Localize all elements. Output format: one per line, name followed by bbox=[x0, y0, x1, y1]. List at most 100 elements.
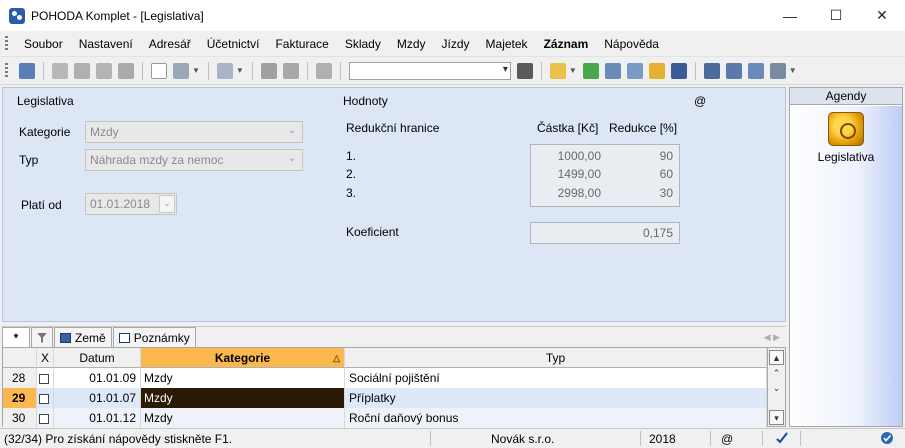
menu-jizdy[interactable]: Jízdy bbox=[434, 37, 478, 51]
menu-majetek[interactable]: Majetek bbox=[478, 37, 536, 51]
menu-adresar[interactable]: Adresář bbox=[141, 37, 199, 51]
row-checkbox-cell[interactable] bbox=[37, 368, 54, 388]
chevron-down-icon[interactable]: ▼ bbox=[192, 66, 200, 75]
legislativa-agenda-label[interactable]: Legislativa bbox=[790, 150, 902, 164]
document-icon[interactable] bbox=[549, 62, 566, 79]
header-kategorie[interactable]: Kategorie △ bbox=[141, 348, 345, 368]
money-icon[interactable] bbox=[582, 62, 599, 79]
menu-fakturace[interactable]: Fakturace bbox=[267, 37, 336, 51]
country-icon bbox=[60, 332, 71, 343]
scroll-to-bottom-icon[interactable]: ▾ bbox=[769, 410, 784, 425]
table-row-selected[interactable]: 29 01.01.07 Mzdy Příplatky bbox=[3, 388, 767, 408]
record-navigation-icon[interactable] bbox=[19, 62, 35, 79]
toolbar-grip[interactable] bbox=[5, 62, 8, 79]
row-checkbox[interactable] bbox=[39, 393, 49, 404]
typ-value: Náhrada mzdy za nemoc bbox=[90, 153, 224, 167]
legislativa-agenda-icon[interactable] bbox=[828, 112, 864, 146]
row-datum: 01.01.09 bbox=[54, 368, 141, 388]
menu-napoveda[interactable]: Nápověda bbox=[596, 37, 667, 51]
tab-zeme[interactable]: Země bbox=[54, 327, 112, 347]
row-2-percent[interactable]: 60 bbox=[613, 167, 673, 181]
menu-nastaveni[interactable]: Nastavení bbox=[71, 37, 141, 51]
window-icon[interactable] bbox=[703, 62, 720, 79]
agendy-list: Legislativa bbox=[790, 106, 902, 426]
records-table: X Datum Kategorie △ Typ 28 01.01.09 Mzdy… bbox=[2, 347, 768, 428]
header-datum[interactable]: Datum bbox=[54, 348, 141, 368]
row-3-amount[interactable]: 2998,00 bbox=[533, 186, 601, 200]
typ-label: Typ bbox=[19, 153, 39, 167]
toolbar-separator bbox=[43, 61, 44, 80]
reduction-percent-header: Redukce [%] bbox=[609, 121, 678, 135]
koeficient-label: Koeficient bbox=[346, 225, 399, 239]
tab-poznamky-label: Poznámky bbox=[133, 330, 190, 345]
scroll-down-icon[interactable]: ⌄ bbox=[769, 381, 784, 396]
header-x[interactable]: X bbox=[37, 348, 54, 368]
print-icon[interactable] bbox=[74, 62, 90, 79]
plati-od-date-field[interactable]: 01.01.2018 ⌄ bbox=[85, 193, 177, 215]
menu-soubor[interactable]: Soubor bbox=[16, 37, 71, 51]
tab-filter[interactable] bbox=[31, 327, 53, 347]
quick-search-combo[interactable] bbox=[348, 61, 511, 80]
row-1-amount[interactable]: 1000,00 bbox=[533, 149, 601, 163]
close-button[interactable]: ✕ bbox=[859, 0, 905, 31]
row-kategorie: Mzdy bbox=[141, 368, 345, 388]
window-title: POHODA Komplet - [Legislativa] bbox=[31, 8, 204, 23]
tab-main[interactable]: * bbox=[2, 327, 30, 347]
filter-icon[interactable] bbox=[516, 62, 533, 79]
note-icon bbox=[118, 332, 130, 343]
chevron-down-icon: ⌄ bbox=[287, 125, 296, 136]
edit-record-icon[interactable] bbox=[173, 62, 189, 79]
tab-poznamky[interactable]: Poznámky bbox=[112, 327, 196, 347]
new-record-icon[interactable] bbox=[151, 62, 167, 79]
scroll-to-top-icon[interactable]: ▲ bbox=[769, 350, 784, 365]
menu-sklady[interactable]: Sklady bbox=[337, 37, 389, 51]
scroll-up-icon[interactable]: ⌃ bbox=[769, 366, 784, 381]
row-kategorie-active-cell[interactable]: Mzdy bbox=[141, 388, 345, 408]
chevron-down-icon: ⌄ bbox=[287, 153, 296, 164]
date-picker-icon[interactable]: ⌄ bbox=[159, 195, 175, 213]
status-separator bbox=[430, 431, 431, 446]
save-icon[interactable] bbox=[260, 62, 277, 79]
row-datum: 01.01.12 bbox=[54, 408, 141, 428]
row-checkbox[interactable] bbox=[39, 373, 49, 384]
tab-scroll-arrows[interactable]: ◀ ▶ bbox=[764, 332, 786, 343]
row-checkbox[interactable] bbox=[39, 413, 49, 424]
back-arrow-icon[interactable] bbox=[216, 62, 233, 79]
row-1-percent[interactable]: 90 bbox=[613, 149, 673, 163]
row-checkbox-cell[interactable] bbox=[37, 388, 54, 408]
row-3-percent[interactable]: 30 bbox=[613, 186, 673, 200]
section-hodnoty-title: Hodnoty bbox=[343, 94, 388, 108]
menu-zaznam[interactable]: Záznam bbox=[536, 37, 597, 51]
message-icon[interactable] bbox=[747, 62, 764, 79]
kategorie-select[interactable]: Mzdy ⌄ bbox=[85, 121, 303, 143]
toolbar-separator bbox=[207, 61, 209, 80]
chevron-down-icon[interactable]: ▼ bbox=[236, 66, 244, 75]
row-checkbox-cell[interactable] bbox=[37, 408, 54, 428]
table-row[interactable]: 28 01.01.09 Mzdy Sociální pojištění bbox=[3, 368, 767, 388]
typ-select[interactable]: Náhrada mzdy za nemoc ⌄ bbox=[85, 149, 303, 171]
calculator-icon[interactable] bbox=[626, 62, 643, 79]
menu-grip[interactable] bbox=[5, 35, 8, 52]
export-icon[interactable] bbox=[118, 62, 134, 79]
copy-record-icon[interactable] bbox=[52, 62, 68, 79]
help-icon[interactable] bbox=[769, 62, 786, 79]
iban-icon[interactable] bbox=[670, 62, 687, 79]
chevron-down-icon[interactable]: ▼ bbox=[569, 66, 577, 75]
maximize-button[interactable]: ☐ bbox=[813, 0, 859, 31]
menu-mzdy[interactable]: Mzdy bbox=[389, 37, 434, 51]
print-preview-icon[interactable] bbox=[96, 62, 112, 79]
table-scrollbar[interactable]: ▲ ⌃ ⌄ ▾ bbox=[768, 347, 786, 427]
cancel-icon[interactable] bbox=[282, 62, 299, 79]
list-window-icon[interactable] bbox=[725, 62, 742, 79]
minimize-button[interactable]: — bbox=[767, 0, 813, 31]
menu-ucetnictvi[interactable]: Účetnictví bbox=[199, 37, 268, 51]
clipboard-icon[interactable] bbox=[315, 62, 332, 79]
chevron-down-icon[interactable]: ▼ bbox=[789, 66, 797, 75]
row-2-amount[interactable]: 1499,00 bbox=[533, 167, 601, 181]
table-row[interactable]: 30 01.01.12 Mzdy Roční daňový bonus bbox=[3, 408, 767, 428]
header-typ[interactable]: Typ bbox=[345, 348, 767, 368]
koeficient-field[interactable]: 0,175 bbox=[530, 222, 680, 244]
pen-check-icon[interactable] bbox=[775, 431, 789, 445]
coins-icon[interactable] bbox=[648, 62, 665, 79]
calendar-icon[interactable] bbox=[604, 62, 621, 79]
